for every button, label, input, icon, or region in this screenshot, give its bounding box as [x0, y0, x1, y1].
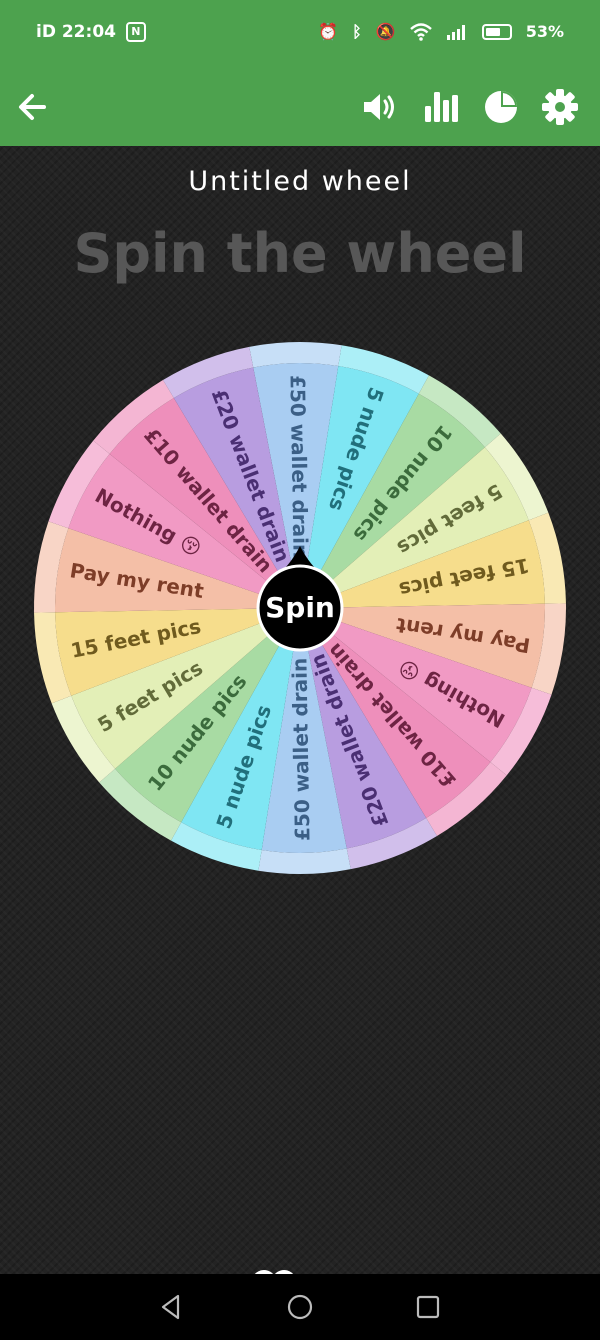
- bluetooth-icon: ᛒ: [352, 22, 362, 41]
- status-icons: ⏰ ᛒ 🔕 53%: [318, 22, 564, 41]
- mute-icon: 🔕: [375, 22, 396, 41]
- back-arrow-icon[interactable]: [12, 86, 54, 128]
- status-time: iD 22:04 N: [36, 22, 146, 42]
- signal-icon: [446, 24, 465, 40]
- volume-icon[interactable]: [358, 86, 400, 128]
- wheel-segment-label: £50 wallet drain: [285, 375, 312, 559]
- system-nav-bar: [0, 1274, 600, 1340]
- pie-chart-icon[interactable]: [480, 86, 522, 128]
- wifi-icon: [409, 22, 432, 41]
- home-circle-icon[interactable]: [285, 1292, 315, 1322]
- bar-chart-icon[interactable]: [420, 86, 462, 128]
- recents-square-icon[interactable]: [413, 1292, 443, 1322]
- status-time-text: iD 22:04: [36, 22, 116, 42]
- nfc-icon: N: [125, 22, 146, 42]
- wheel-container: £50 wallet drain 5 nude pics 10 nude pics 5…: [0, 146, 600, 1274]
- wheel-segment-label: £50 wallet drain: [287, 658, 314, 842]
- battery-icon: [481, 23, 512, 40]
- main-content: Untitled wheel Spin the wheel £50 wallet…: [0, 146, 600, 1274]
- app-bar: [0, 68, 600, 146]
- alarm-icon: ⏰: [318, 22, 339, 41]
- spin-wheel[interactable]: £50 wallet drain 5 nude pics10 nude pics5…: [0, 146, 600, 1274]
- status-bar: iD 22:04 N ⏰ ᛒ 🔕 53%: [0, 0, 600, 68]
- gear-icon[interactable]: [539, 86, 581, 128]
- battery-percent: 53%: [525, 22, 564, 41]
- back-triangle-icon[interactable]: [156, 1292, 186, 1322]
- spin-button-label: Spin: [265, 591, 335, 624]
